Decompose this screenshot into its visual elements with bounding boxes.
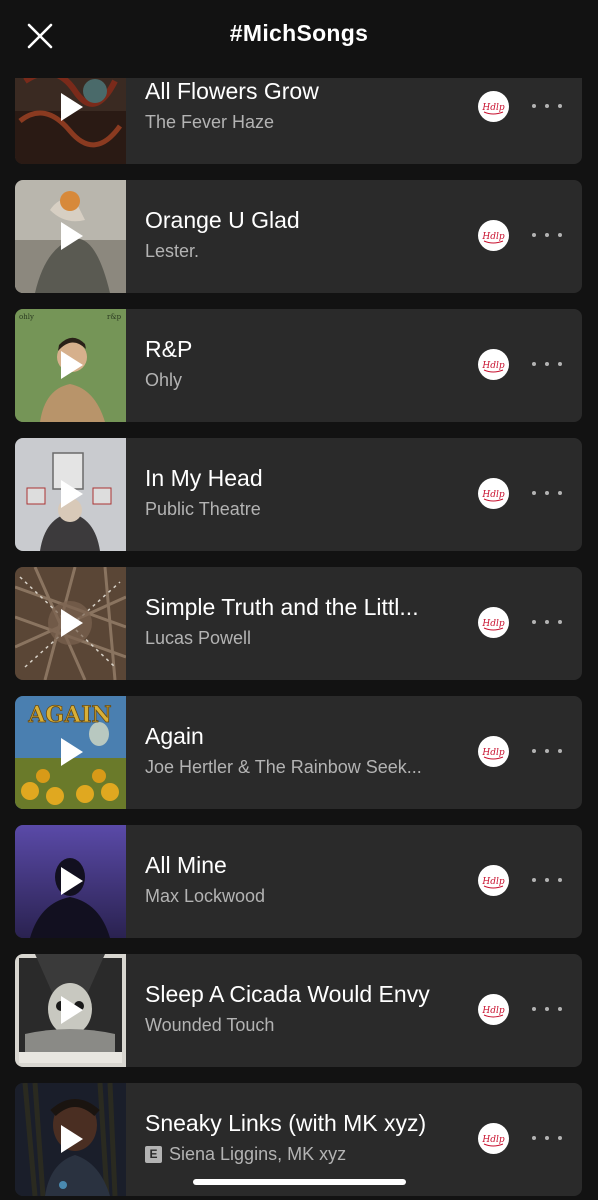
track-title: Again [145, 723, 204, 749]
station-badge-icon[interactable]: Hdlp [478, 607, 509, 638]
track-title: Sleep A Cicada Would Envy [145, 981, 430, 1007]
track-card[interactable]: Sleep A Cicada Would Envy Wounded Touch … [15, 954, 582, 1067]
station-badge-icon[interactable]: Hdlp [478, 220, 509, 251]
svg-text:Hdlp: Hdlp [481, 619, 504, 629]
track-card[interactable]: Orange U Glad Lester. Hdlp [15, 180, 582, 293]
play-icon[interactable] [59, 736, 85, 768]
station-badge-icon[interactable]: Hdlp [478, 91, 509, 122]
track-artist: Joe Hertler & The Rainbow Seek... [145, 757, 422, 777]
track-title: Simple Truth and the Littl... [145, 594, 419, 620]
play-icon[interactable] [59, 220, 85, 252]
play-icon[interactable] [59, 865, 85, 897]
album-art [15, 825, 126, 938]
track-artist: Lester. [145, 241, 200, 261]
track-artist: Lucas Powell [145, 628, 252, 648]
track-card[interactable]: ohly r&p R&P Ohly Hdlp [15, 309, 582, 422]
more-options-icon[interactable] [532, 615, 562, 629]
play-icon[interactable] [59, 349, 85, 381]
track-artist: Wounded Touch [145, 1015, 275, 1035]
album-art [15, 1083, 126, 1196]
track-title: In My Head [145, 465, 263, 491]
svg-text:Hdlp: Hdlp [481, 1135, 504, 1145]
track-card[interactable]: In My Head Public Theatre Hdlp [15, 438, 582, 551]
track-artist: Siena Liggins, MK xyz [169, 1144, 347, 1164]
track-title: All Mine [145, 852, 227, 878]
track-card[interactable]: All Mine Max Lockwood Hdlp [15, 825, 582, 938]
album-art: AGAIN [15, 696, 126, 809]
album-art-label-left: ohly [19, 313, 34, 321]
track-title: Orange U Glad [145, 207, 300, 233]
album-art-title: AGAIN [27, 702, 111, 728]
track-artist: Ohly [145, 370, 183, 390]
more-options-icon[interactable] [532, 228, 562, 242]
album-art-label-right: r&p [107, 313, 122, 321]
station-badge-icon[interactable]: Hdlp [478, 478, 509, 509]
svg-text:Hdlp: Hdlp [481, 361, 504, 371]
more-options-icon[interactable] [532, 1131, 562, 1145]
track-artist: The Fever Haze [145, 112, 275, 132]
track-artist: Public Theatre [145, 499, 261, 519]
station-badge-icon[interactable]: Hdlp [478, 865, 509, 896]
album-art [15, 567, 126, 680]
album-art [15, 180, 126, 293]
album-art: ohly r&p [15, 309, 126, 422]
svg-text:Hdlp: Hdlp [481, 232, 504, 242]
play-icon[interactable] [59, 994, 85, 1026]
album-art [15, 954, 126, 1067]
track-card[interactable]: Simple Truth and the Littl... Lucas Powe… [15, 567, 582, 680]
track-title: All Flowers Grow [145, 78, 319, 104]
play-icon[interactable] [59, 1123, 85, 1155]
svg-text:Hdlp: Hdlp [481, 1006, 504, 1016]
play-icon[interactable] [59, 478, 85, 510]
home-indicator[interactable] [193, 1179, 406, 1185]
play-icon[interactable] [59, 607, 85, 639]
station-badge-icon[interactable]: Hdlp [478, 349, 509, 380]
more-options-icon[interactable] [532, 357, 562, 371]
track-title: R&P [145, 336, 193, 362]
station-badge-icon[interactable]: Hdlp [478, 1123, 509, 1154]
play-icon[interactable] [59, 91, 85, 123]
station-badge-icon[interactable]: Hdlp [478, 736, 509, 767]
svg-text:Hdlp: Hdlp [481, 877, 504, 887]
more-options-icon[interactable] [532, 744, 562, 758]
svg-text:Hdlp: Hdlp [481, 103, 504, 113]
track-card[interactable]: AGAIN Again Joe Hertler & The Rainbow Se… [15, 696, 582, 809]
svg-text:Hdlp: Hdlp [481, 490, 504, 500]
track-artist: Max Lockwood [145, 886, 266, 906]
more-options-icon[interactable] [532, 486, 562, 500]
station-badge-icon[interactable]: Hdlp [478, 994, 509, 1025]
album-art [15, 438, 126, 551]
explicit-badge: E [145, 1145, 162, 1163]
more-options-icon[interactable] [532, 99, 562, 113]
more-options-icon[interactable] [532, 873, 562, 887]
header-bar: #MichSongs [0, 0, 598, 78]
svg-text:Hdlp: Hdlp [481, 748, 504, 758]
more-options-icon[interactable] [532, 1002, 562, 1016]
track-title: Sneaky Links (with MK xyz) [145, 1110, 427, 1136]
page-title: #MichSongs [229, 20, 369, 46]
